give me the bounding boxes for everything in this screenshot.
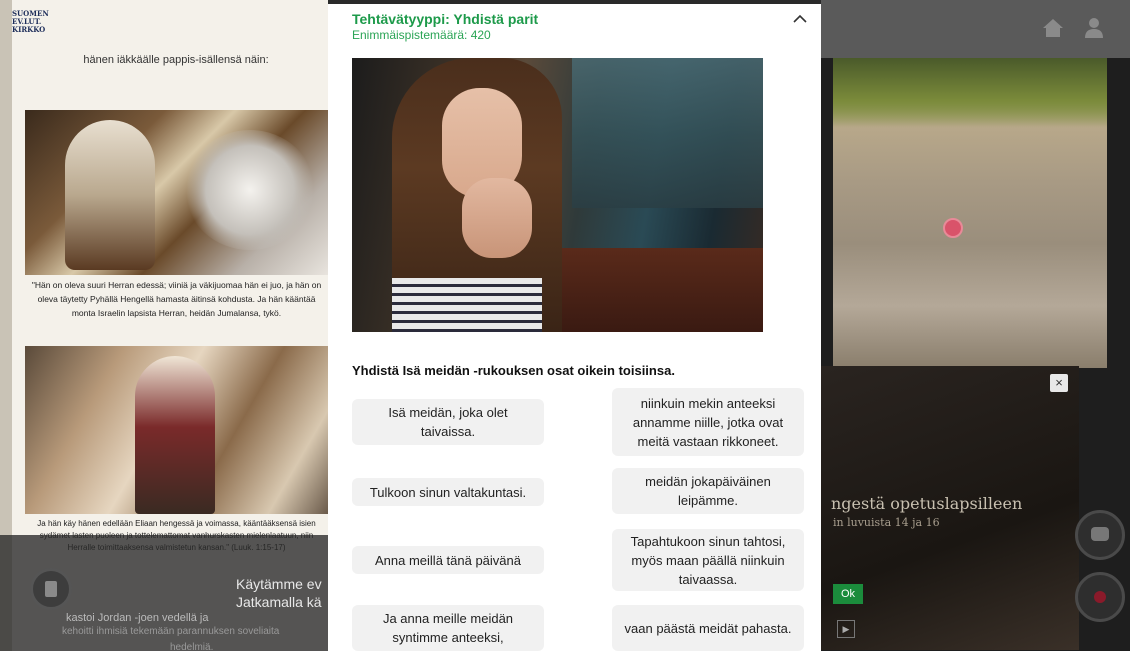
background-content-left: SUOMEN EV.LUT. KIRKKO hänen iäkkäälle pa… xyxy=(0,0,328,651)
match-item-left[interactable]: Tulkoon sinun valtakuntasi. xyxy=(352,478,544,506)
user-icon[interactable] xyxy=(1084,17,1104,39)
cookie-text-2: Jatkamalla kä xyxy=(236,594,322,610)
record-round-button[interactable] xyxy=(1075,572,1125,622)
illustration-figure xyxy=(65,120,155,270)
map-pin-icon[interactable] xyxy=(943,218,963,238)
task-instruction: Yhdistä Isä meidän -rukouksen osat oikei… xyxy=(352,363,675,378)
modal-header: Tehtävätyyppi: Yhdistä parit Enimmäispis… xyxy=(352,11,792,43)
photo-table xyxy=(542,248,763,332)
background-text-4: kehoitti ihmisiä tekemään parannuksen so… xyxy=(62,626,280,637)
photo-hands xyxy=(462,178,532,258)
logo-line: KIRKKO xyxy=(12,25,46,34)
praying-woman-photo xyxy=(352,58,763,332)
task-modal: Tehtävätyyppi: Yhdistä parit Enimmäispis… xyxy=(328,4,821,651)
match-item-left[interactable]: Anna meillä tänä päivänä xyxy=(352,546,544,574)
top-navigation-bar xyxy=(821,0,1130,58)
video-title: ngestä opetuslapsilleen xyxy=(831,494,1023,513)
match-item-right[interactable]: vaan päästä meidät pahasta. xyxy=(612,605,804,651)
video-subtitle: in luvuista 14 ja 16 xyxy=(833,516,940,529)
task-type-title: Tehtävätyyppi: Yhdistä parit xyxy=(352,11,539,27)
illustration-figure xyxy=(135,356,215,514)
background-text-3: kastoi Jordan -joen vedellä ja xyxy=(66,612,209,624)
match-item-right[interactable]: Tapahtukoon sinun tahtosi, myös maan pää… xyxy=(612,529,804,591)
match-item-left[interactable]: Isä meidän, joka olet taivaissa. xyxy=(352,399,544,445)
intro-line: hänen iäkkäälle pappis-isällensä näin: xyxy=(83,54,269,66)
cookie-text-1: Käytämme ev xyxy=(236,576,322,592)
match-item-right[interactable]: niinkuin mekin anteeksi annamme niille, … xyxy=(612,388,804,456)
zechariah-illustration xyxy=(25,110,328,275)
home-icon[interactable] xyxy=(1042,18,1064,38)
church-logo[interactable]: SUOMEN EV.LUT. KIRKKO xyxy=(12,10,82,50)
game-round-button[interactable] xyxy=(1075,510,1125,560)
nativity-illustration xyxy=(25,346,328,514)
background-intro-text: hänen iäkkäälle pappis-isällensä näin: xyxy=(36,52,316,68)
background-content-right: × ngestä opetuslapsilleen in luvuista 14… xyxy=(821,0,1130,651)
illustration-smoke xyxy=(185,130,315,250)
photo-shirt xyxy=(392,278,542,332)
bible-round-button[interactable] xyxy=(30,568,72,610)
chevron-up-icon[interactable] xyxy=(790,9,810,29)
location-photo xyxy=(833,58,1107,368)
play-icon[interactable]: ▶ xyxy=(837,620,855,638)
video-panel: × ngestä opetuslapsilleen in luvuista 14… xyxy=(821,366,1079,650)
photo-trees xyxy=(833,58,1107,128)
illustration-caption-1: "Hän on oleva suuri Herran edessä; viini… xyxy=(31,280,322,318)
match-item-right[interactable]: meidän jokapäiväinen leipämme. xyxy=(612,468,804,514)
close-icon[interactable]: × xyxy=(1050,374,1068,392)
max-points-label: Enimmäispistemäärä: 420 xyxy=(352,28,491,42)
match-item-left[interactable]: Ja anna meille meidän syntimme anteeksi, xyxy=(352,605,544,651)
ok-button[interactable]: Ok xyxy=(833,584,863,604)
photo-window xyxy=(572,58,763,208)
background-text-5: hedelmiä. xyxy=(170,642,214,651)
